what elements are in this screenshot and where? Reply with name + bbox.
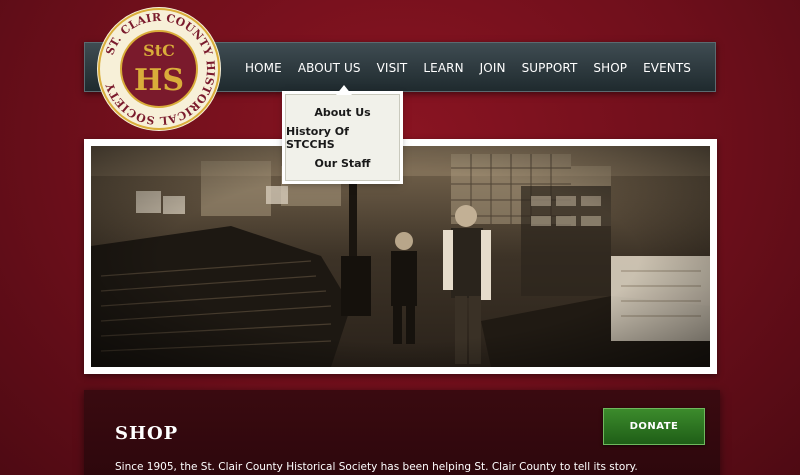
- nav-item-learn[interactable]: LEARN: [415, 61, 471, 75]
- nav-menu: HOME ABOUT US VISIT LEARN JOIN SUPPORT S…: [237, 43, 699, 93]
- hero-image-frame: [84, 139, 717, 374]
- content-panel: SHOP DONATE Since 1905, the St. Clair Co…: [84, 390, 720, 475]
- dropdown-item-about-us[interactable]: About Us: [314, 106, 370, 119]
- society-logo[interactable]: ST. CLAIR COUNTY HISTORICAL SOCIETY StC …: [96, 6, 222, 132]
- nav-item-events[interactable]: EVENTS: [635, 61, 699, 75]
- page-title: SHOP: [115, 423, 179, 444]
- nav-item-home[interactable]: HOME: [237, 61, 290, 75]
- nav-item-visit[interactable]: VISIT: [369, 61, 416, 75]
- hero-photo-illustration: [91, 146, 710, 367]
- nav-item-support[interactable]: SUPPORT: [514, 61, 586, 75]
- society-logo-seal: ST. CLAIR COUNTY HISTORICAL SOCIETY StC …: [97, 7, 221, 131]
- nav-item-join[interactable]: JOIN: [472, 61, 514, 75]
- dropdown-item-history[interactable]: History Of STCCHS: [286, 125, 399, 151]
- dropdown-item-our-staff[interactable]: Our Staff: [315, 157, 371, 170]
- logo-monogram-top: StC: [143, 41, 175, 60]
- hero-historic-store-photo: [91, 146, 710, 367]
- intro-text: Since 1905, the St. Clair County Histori…: [115, 461, 638, 473]
- donate-button[interactable]: DONATE: [603, 408, 705, 445]
- about-us-dropdown: About Us History Of STCCHS Our Staff: [285, 85, 400, 181]
- nav-item-shop[interactable]: SHOP: [585, 61, 635, 75]
- nav-item-about-us[interactable]: ABOUT US: [290, 61, 369, 75]
- logo-monogram-bottom: HS: [134, 63, 184, 98]
